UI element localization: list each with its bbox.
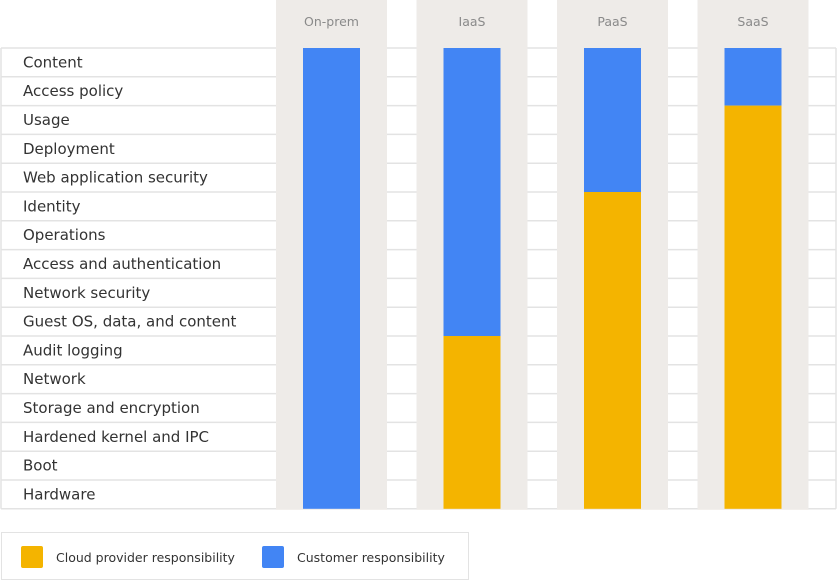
row-label: Hardened kernel and IPC [23,428,209,446]
row-label: Usage [23,111,70,129]
legend-swatch-provider [21,546,43,568]
row-label: Deployment [23,140,115,158]
bar-segment-customer [724,48,782,106]
row-label: Access policy [23,82,123,100]
legend-item-provider: Cloud provider responsibility [21,546,235,568]
bar-segment-provider [724,105,782,509]
column-label: IaaS [459,14,486,29]
bar-segment-customer [443,48,501,336]
column-label: On-prem [304,14,359,29]
row-label: Access and authentication [23,255,221,273]
bar-segment-customer [584,48,641,192]
column-label: SaaS [737,14,768,29]
row-label: Audit logging [23,341,123,359]
legend-swatch-customer [262,546,284,568]
bar-segment-customer [303,48,360,509]
row-label: Operations [23,226,106,244]
bar-segment-provider [443,336,501,509]
row-label: Network security [23,284,150,302]
row-label: Hardware [23,485,95,503]
row-label: Network [23,370,86,388]
legend: Cloud provider responsibility Customer r… [1,532,469,580]
row-label: Content [23,53,83,71]
bar-segment-provider [584,192,641,509]
responsibility-chart: Content Access policy Usage Deployment Web a… [0,0,837,510]
row-label: Web application security [23,169,208,187]
legend-item-customer: Customer responsibility [262,546,445,568]
row-label: Storage and encryption [23,399,200,417]
column-label: PaaS [597,14,627,29]
row-label: Guest OS, data, and content [23,313,237,331]
row-label: Boot [23,457,58,475]
legend-label-customer: Customer responsibility [297,549,445,565]
row-label: Identity [23,197,81,215]
legend-label-provider: Cloud provider responsibility [56,549,235,565]
